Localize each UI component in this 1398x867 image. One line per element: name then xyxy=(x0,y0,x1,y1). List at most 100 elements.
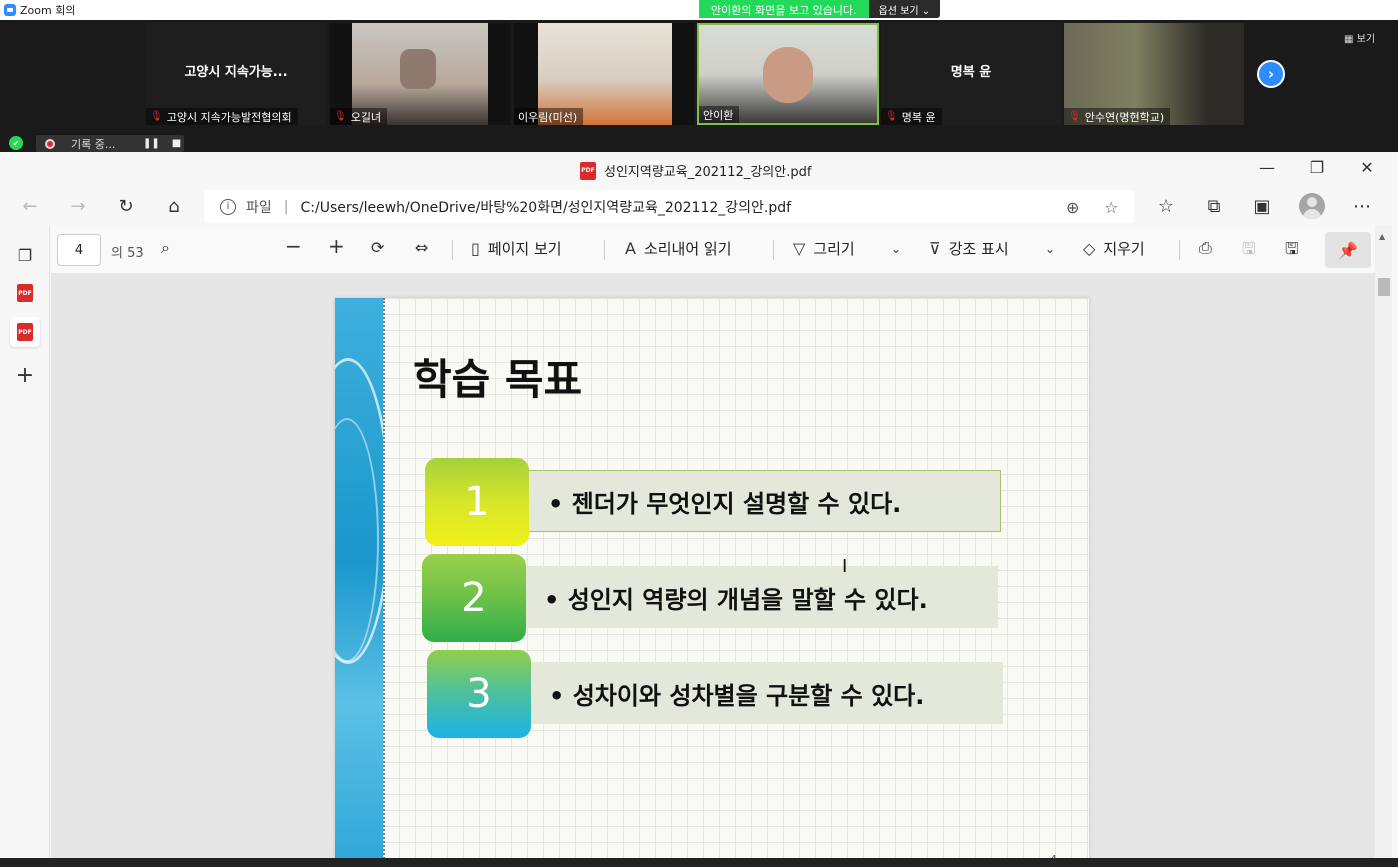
pdf-tab-icon: PDF xyxy=(17,284,33,302)
collections-icon[interactable]: ⧉ xyxy=(1202,196,1226,217)
minimize-icon[interactable]: — xyxy=(1255,158,1279,177)
zoom-icon[interactable]: ⊕ xyxy=(1066,198,1079,217)
vertical-tabs-sidebar: ❐ PDF PDF + xyxy=(0,226,50,867)
share-banner-text: 안이환의 화면을 보고 있습니다. xyxy=(699,0,869,18)
scroll-up-arrow-icon[interactable]: ▲ xyxy=(1379,232,1385,241)
pause-recording-icon[interactable]: ❚❚ xyxy=(143,138,160,149)
mic-muted-icon: 🎙 xyxy=(1068,111,1081,122)
recording-bar: ✔ 기록 중... ❚❚ ■ xyxy=(0,132,1398,152)
read-aloud-icon: A xyxy=(625,239,636,258)
goal-text: • 성인지 역량의 개념을 말할 수 있다. xyxy=(522,566,998,628)
participant-tile[interactable]: 고양시 지속가능... 🎙 고양시 지속가능발전협의회 xyxy=(146,23,326,125)
save-icon[interactable]: 🖫 xyxy=(1242,238,1256,265)
add-favorite-icon[interactable]: ☆ xyxy=(1104,198,1118,217)
sidebar-tab-pdf-active[interactable]: PDF xyxy=(10,317,40,347)
back-icon[interactable]: ← xyxy=(18,196,42,217)
page-view-button[interactable]: ▯ 페이지 보기 xyxy=(471,238,562,259)
draw-button[interactable]: ▽ 그리기 xyxy=(793,238,855,259)
ie-mode-icon[interactable]: ▣ xyxy=(1250,196,1274,217)
toolbar-divider xyxy=(1179,240,1180,260)
more-menu-icon[interactable]: ⋯ xyxy=(1350,196,1374,217)
highlight-button[interactable]: ⊽ 강조 표시 xyxy=(929,238,1009,259)
mic-muted-icon: 🎙 xyxy=(150,111,163,122)
address-scheme: 파일 xyxy=(246,199,272,216)
edge-titlebar: PDF 성인지역량교육_202112_강의안.pdf — ❐ ✕ xyxy=(0,152,1398,188)
sidebar-tab-pdf[interactable]: PDF xyxy=(10,278,40,308)
mic-muted-icon: 🎙 xyxy=(885,111,898,122)
share-banner: 안이환의 화면을 보고 있습니다. 옵션 보기 ⌄ xyxy=(699,0,941,18)
next-participants-button[interactable]: › xyxy=(1257,60,1285,88)
close-icon[interactable]: ✕ xyxy=(1355,158,1379,177)
eraser-icon: ◇ xyxy=(1083,239,1096,258)
blurred-face xyxy=(400,49,436,89)
slide-title: 학습 목표 xyxy=(413,355,583,404)
zoom-out-icon[interactable]: − xyxy=(285,234,302,258)
vertical-scrollbar[interactable]: ▲ xyxy=(1375,226,1392,867)
tab-actions-icon[interactable]: ❐ xyxy=(10,240,40,270)
text-cursor-icon: I xyxy=(842,556,848,577)
profile-avatar[interactable] xyxy=(1299,193,1325,219)
toolbar-divider xyxy=(604,240,605,260)
read-aloud-button[interactable]: A 소리내어 읽기 xyxy=(625,238,732,259)
participant-label: 안이환 xyxy=(699,106,740,123)
security-shield-icon[interactable]: ✔ xyxy=(9,136,23,150)
info-icon[interactable]: i xyxy=(220,198,236,215)
favorites-icon[interactable]: ☆ xyxy=(1154,196,1178,217)
page-number-input[interactable]: 4 xyxy=(57,234,101,266)
participant-label: 🎙 명복 윤 xyxy=(881,108,942,125)
address-separator: | xyxy=(283,198,289,215)
pdf-document-area[interactable]: 학습 목표 • 젠더가 무엇인지 설명할 수 있다. 1 • 성인지 역량의 개… xyxy=(51,274,1375,867)
page-view-icon: ▯ xyxy=(471,239,480,258)
page-total: 의 53 xyxy=(111,246,144,261)
scroll-thumb[interactable] xyxy=(1378,278,1390,296)
participant-label: 🎙 고양시 지속가능발전협의회 xyxy=(146,108,298,125)
zoom-window-title: Zoom 회의 xyxy=(20,4,76,17)
new-tab-icon[interactable]: + xyxy=(10,360,40,390)
window-title: PDF 성인지역량교육_202112_강의안.pdf xyxy=(580,161,811,180)
draw-options-chevron-icon[interactable]: ⌄ xyxy=(891,242,901,256)
view-options-button[interactable]: 옵션 보기 ⌄ xyxy=(868,0,941,18)
home-icon[interactable]: ⌂ xyxy=(162,196,186,217)
goal-text: • 성차이와 성차별을 구분할 수 있다. xyxy=(527,662,1003,724)
stop-recording-icon[interactable]: ■ xyxy=(172,138,181,149)
address-row: ← → ↻ ⌂ i 파일 | C:/Users/leewh/OneDrive/바… xyxy=(0,188,1398,226)
pin-toolbar-icon[interactable]: 📌 xyxy=(1325,232,1371,268)
draw-icon: ▽ xyxy=(793,239,806,258)
participant-label: 이우림(미선) xyxy=(514,108,584,125)
toolbar-divider xyxy=(452,240,453,260)
address-url[interactable]: C:/Users/leewh/OneDrive/바탕%20화면/성인지역량교육_… xyxy=(300,197,791,217)
goal-text: • 젠더가 무엇인지 설명할 수 있다. xyxy=(525,470,1001,532)
goal-number: 3 xyxy=(427,650,531,738)
rotate-icon[interactable]: ⟳ xyxy=(371,238,384,257)
save-as-icon[interactable]: 🖫 xyxy=(1285,238,1299,265)
goal-number: 1 xyxy=(425,458,529,546)
view-button[interactable]: ▦ 보기 xyxy=(1344,30,1375,45)
participant-tile[interactable]: 명복 윤 🎙 명복 윤 xyxy=(881,23,1061,125)
mic-muted-icon: 🎙 xyxy=(334,111,347,122)
speaker-face xyxy=(763,47,813,103)
participant-tile[interactable]: 이우림(미선) xyxy=(514,23,694,125)
toolbar-divider xyxy=(773,240,774,260)
pdf-toolbar: 4 의 53 ⌕ − + ⟳ ⇔ ▯ 페이지 보기 A 소리내어 읽기 ▽ 그리기 ⌄… xyxy=(51,226,1375,274)
highlight-options-chevron-icon[interactable]: ⌄ xyxy=(1045,242,1055,256)
participant-tile[interactable]: 🎙 오길녀 xyxy=(330,23,510,125)
address-bar[interactable]: i 파일 | C:/Users/leewh/OneDrive/바탕%20화면/성… xyxy=(204,190,1134,223)
edge-window: PDF 성인지역량교육_202112_강의안.pdf — ❐ ✕ ← → ↻ ⌂… xyxy=(0,152,1398,867)
participant-tile-active-speaker[interactable]: 안이환 xyxy=(697,23,879,125)
highlight-icon: ⊽ xyxy=(929,239,941,258)
fit-width-icon[interactable]: ⇔ xyxy=(415,238,428,257)
print-icon[interactable]: ⎙ xyxy=(1199,238,1212,258)
pdf-tab-icon: PDF xyxy=(17,323,33,341)
restore-icon[interactable]: ❐ xyxy=(1305,158,1329,177)
slide-dotted-line xyxy=(383,298,386,867)
refresh-icon[interactable]: ↻ xyxy=(114,196,138,217)
video-strip: 고양시 지속가능... 🎙 고양시 지속가능발전협의회 🎙 오길녀 이우림(미선) … xyxy=(0,20,1398,130)
forward-icon[interactable]: → xyxy=(66,196,90,217)
participant-center-name: 명복 윤 xyxy=(950,65,992,80)
erase-button[interactable]: ◇ 지우기 xyxy=(1083,238,1145,259)
record-dot-icon xyxy=(45,138,55,149)
pdf-page: 학습 목표 • 젠더가 무엇인지 설명할 수 있다. 1 • 성인지 역량의 개… xyxy=(335,298,1089,867)
participant-tile[interactable]: 🎙 안수연(명현학교) xyxy=(1064,23,1244,125)
zoom-in-icon[interactable]: + xyxy=(328,234,345,258)
search-icon[interactable]: ⌕ xyxy=(161,238,170,258)
